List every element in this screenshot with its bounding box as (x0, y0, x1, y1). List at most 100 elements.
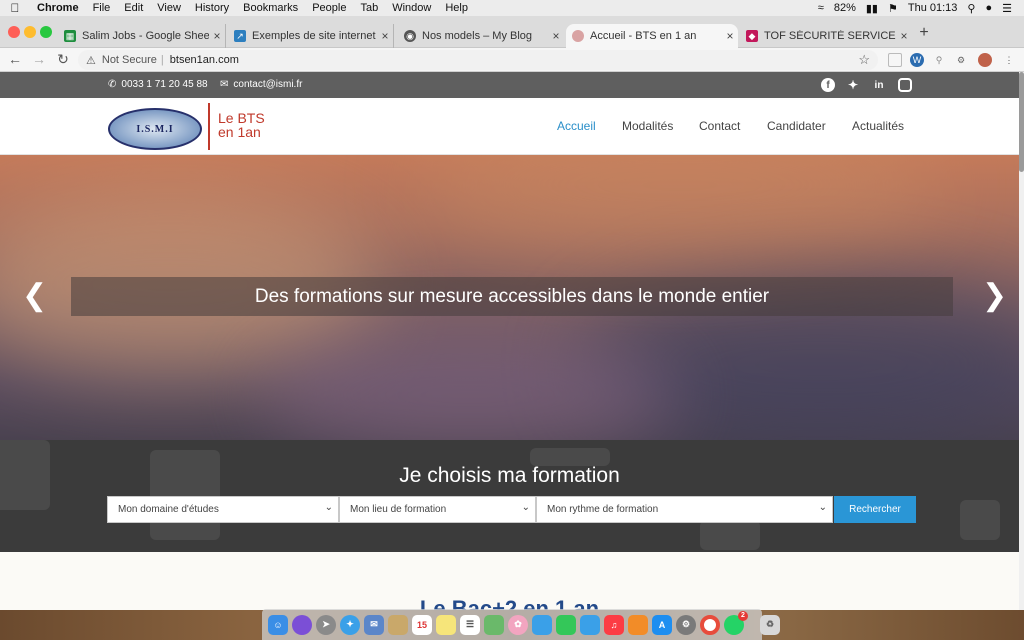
minimize-window-button[interactable] (24, 26, 36, 38)
menu-help[interactable]: Help (438, 2, 475, 14)
forward-arrow-icon[interactable]: → (30, 51, 48, 67)
tab-google-sheets[interactable]: ▦ Salim Jobs - Google Sheets × (58, 24, 226, 48)
notification-center-icon[interactable]: ☰ (1002, 2, 1012, 15)
slider-next-icon[interactable]: ❯ (982, 281, 1007, 311)
extensions-puzzle-icon[interactable]: ⚙ (954, 53, 968, 67)
menu-edit[interactable]: Edit (117, 2, 150, 14)
battery-percent: 82% (833, 2, 856, 14)
site-header: I.S.M.I Le BTS en 1an Accueil Modalités … (0, 98, 1019, 155)
bookmark-star-icon[interactable]: ☆ (858, 52, 870, 68)
ismi-logo[interactable]: I.S.M.I (108, 108, 202, 150)
warning-icon[interactable]: ⚠ (86, 54, 96, 67)
messages-icon[interactable] (532, 614, 552, 635)
app-store-icon[interactable]: A (652, 614, 672, 635)
menu-tab[interactable]: Tab (353, 2, 385, 14)
photos-icon[interactable]: ✿ (508, 614, 528, 635)
spotlight-icon[interactable]: ⚲ (967, 2, 975, 15)
menu-view[interactable]: View (150, 2, 188, 14)
system-preferences-icon[interactable]: ⚙ (676, 614, 696, 635)
menu-file[interactable]: File (86, 2, 118, 14)
slider-prev-icon[interactable]: ❮ (22, 281, 47, 311)
chrome-menu-icon[interactable]: ⋮ (1002, 53, 1016, 67)
not-secure-label[interactable]: Not Secure (102, 54, 157, 66)
back-arrow-icon[interactable]: ← (6, 51, 24, 67)
app-menu[interactable]: Chrome (30, 2, 86, 14)
close-tab-icon[interactable]: × (548, 29, 564, 43)
calendar-icon[interactable]: 15 (412, 614, 432, 635)
divider: | (160, 54, 164, 66)
chrome-icon[interactable] (700, 614, 720, 635)
page-scrollbar[interactable] (1019, 72, 1024, 640)
phone-contact[interactable]: ✆ 0033 1 71 20 45 88 (108, 79, 208, 90)
location-pin-icon[interactable]: ⚲ (932, 53, 946, 67)
tab-title: Salim Jobs - Google Sheets (82, 30, 209, 42)
tab-accueil-bts[interactable]: Accueil - BTS en 1 an × (566, 24, 738, 48)
tab-title: Accueil - BTS en 1 an (590, 30, 697, 42)
twitter-icon[interactable]: ✦ (846, 78, 860, 92)
nav-candidater[interactable]: Candidater (767, 119, 826, 133)
notes-icon[interactable] (436, 614, 456, 635)
tab-exemples-site[interactable]: ↗ Exemples de site internet - plus × (228, 24, 394, 48)
location-select[interactable]: Mon lieu de formation ⌄ (339, 496, 536, 523)
close-window-button[interactable] (8, 26, 20, 38)
flag-icon[interactable]: ⚑ (888, 2, 898, 15)
new-tab-button[interactable]: + (914, 24, 934, 42)
sheets-icon: ▦ (64, 30, 76, 42)
search-button[interactable]: Rechercher (834, 496, 916, 523)
close-tab-icon[interactable]: × (209, 29, 225, 43)
instagram-icon[interactable] (898, 78, 912, 92)
menu-bookmarks[interactable]: Bookmarks (236, 2, 305, 14)
mail-icon[interactable]: ✉ (364, 614, 384, 635)
tab-title: TOF SÉCURITÉ SERVICES – Se (764, 30, 896, 42)
apple-menu-icon[interactable]:  (0, 1, 30, 15)
nav-accueil[interactable]: Accueil (557, 119, 596, 133)
nav-actualites[interactable]: Actualités (852, 119, 904, 133)
nav-contact[interactable]: Contact (699, 119, 740, 133)
rhythm-select[interactable]: Mon rythme de formation ⌄ (536, 496, 833, 523)
wordpress-icon[interactable]: W (910, 53, 924, 67)
contacts-icon[interactable] (388, 614, 408, 635)
reminders-icon[interactable]: ☰ (460, 614, 480, 635)
address-bar[interactable]: ⚠ Not Secure | btsen1an.com ☆ (78, 50, 878, 70)
globe-icon: ◉ (404, 30, 416, 42)
battery-icon[interactable]: ▮▮ (866, 2, 878, 15)
logo-line-1: Le BTS (218, 110, 265, 126)
launchpad-icon[interactable]: ➤ (316, 614, 336, 635)
domain-select[interactable]: Mon domaine d'études ⌄ (107, 496, 339, 523)
whatsapp-icon[interactable]: 2 (724, 610, 748, 635)
zoom-window-button[interactable] (40, 26, 52, 38)
scrollbar-thumb[interactable] (1019, 72, 1024, 172)
email-contact[interactable]: ✉ contact@ismi.fr (220, 79, 302, 90)
menu-window[interactable]: Window (385, 2, 438, 14)
reload-icon[interactable]: ↻ (54, 51, 72, 68)
books-icon[interactable] (628, 614, 648, 635)
tab-tof-securite[interactable]: ◆ TOF SÉCURITÉ SERVICES – Se × (740, 24, 912, 48)
menu-history[interactable]: History (188, 2, 236, 14)
trash-icon[interactable]: ♻ (760, 614, 780, 635)
tab-nos-models[interactable]: ◉ Nos models – My Blog × (398, 24, 564, 48)
tab-title: Nos models – My Blog (422, 30, 533, 42)
logo-tagline[interactable]: Le BTS en 1an (218, 111, 265, 139)
finder-icon[interactable]: ☺ (268, 614, 288, 635)
tab-title: Exemples de site internet - plus (252, 30, 377, 42)
facebook-icon[interactable]: f (821, 78, 835, 92)
profile-avatar[interactable] (978, 53, 992, 67)
menu-people[interactable]: People (305, 2, 353, 14)
decor-shape (700, 520, 760, 550)
nav-modalites[interactable]: Modalités (622, 119, 673, 133)
siri-icon[interactable] (292, 614, 312, 635)
close-tab-icon[interactable]: × (896, 29, 912, 43)
url-text[interactable]: btsen1an.com (170, 54, 239, 66)
clock[interactable]: Thu 01:13 (908, 2, 958, 14)
keynote-icon[interactable] (580, 614, 600, 635)
close-tab-icon[interactable]: × (377, 29, 393, 43)
maps-icon[interactable] (484, 614, 504, 635)
facetime-icon[interactable] (556, 614, 576, 635)
music-icon[interactable]: ♫ (604, 614, 624, 635)
wifi-icon[interactable]: ≈ (818, 2, 824, 14)
extension-square-icon[interactable] (888, 53, 902, 67)
siri-icon[interactable]: ● (985, 2, 992, 14)
safari-icon[interactable]: ✦ (340, 614, 360, 635)
close-tab-icon[interactable]: × (722, 29, 738, 43)
linkedin-icon[interactable]: in (872, 78, 886, 92)
